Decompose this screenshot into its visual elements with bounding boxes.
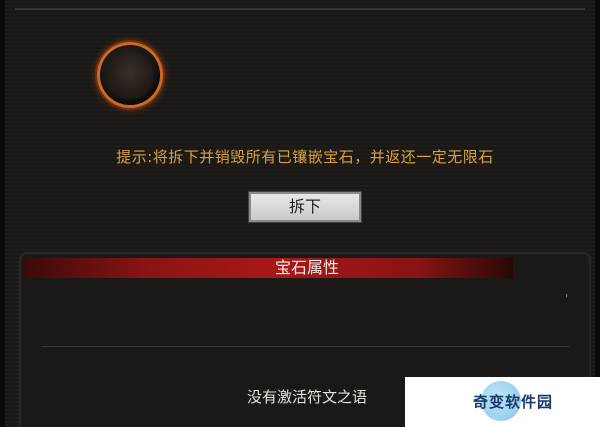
gem-socket-center <box>106 51 154 99</box>
watermark-text: 奇变软件园 <box>473 393 554 411</box>
panel-marker: ' <box>565 292 569 306</box>
top-divider <box>15 8 585 10</box>
gem-socket-slot[interactable] <box>100 45 160 105</box>
remove-gem-button[interactable]: 拆下 <box>248 191 362 223</box>
panel-divider <box>41 346 569 347</box>
gem-remove-dialog: 提示:将拆下并销毁所有已镶嵌宝石，并返还一定无限石 拆下 宝石属性 ' 没有激活… <box>0 0 600 427</box>
site-watermark: 奇变软件园 <box>405 377 600 427</box>
hint-text: 提示:将拆下并销毁所有已镶嵌宝石，并返还一定无限石 <box>116 148 494 166</box>
panel-title: 宝石属性 <box>274 258 339 277</box>
